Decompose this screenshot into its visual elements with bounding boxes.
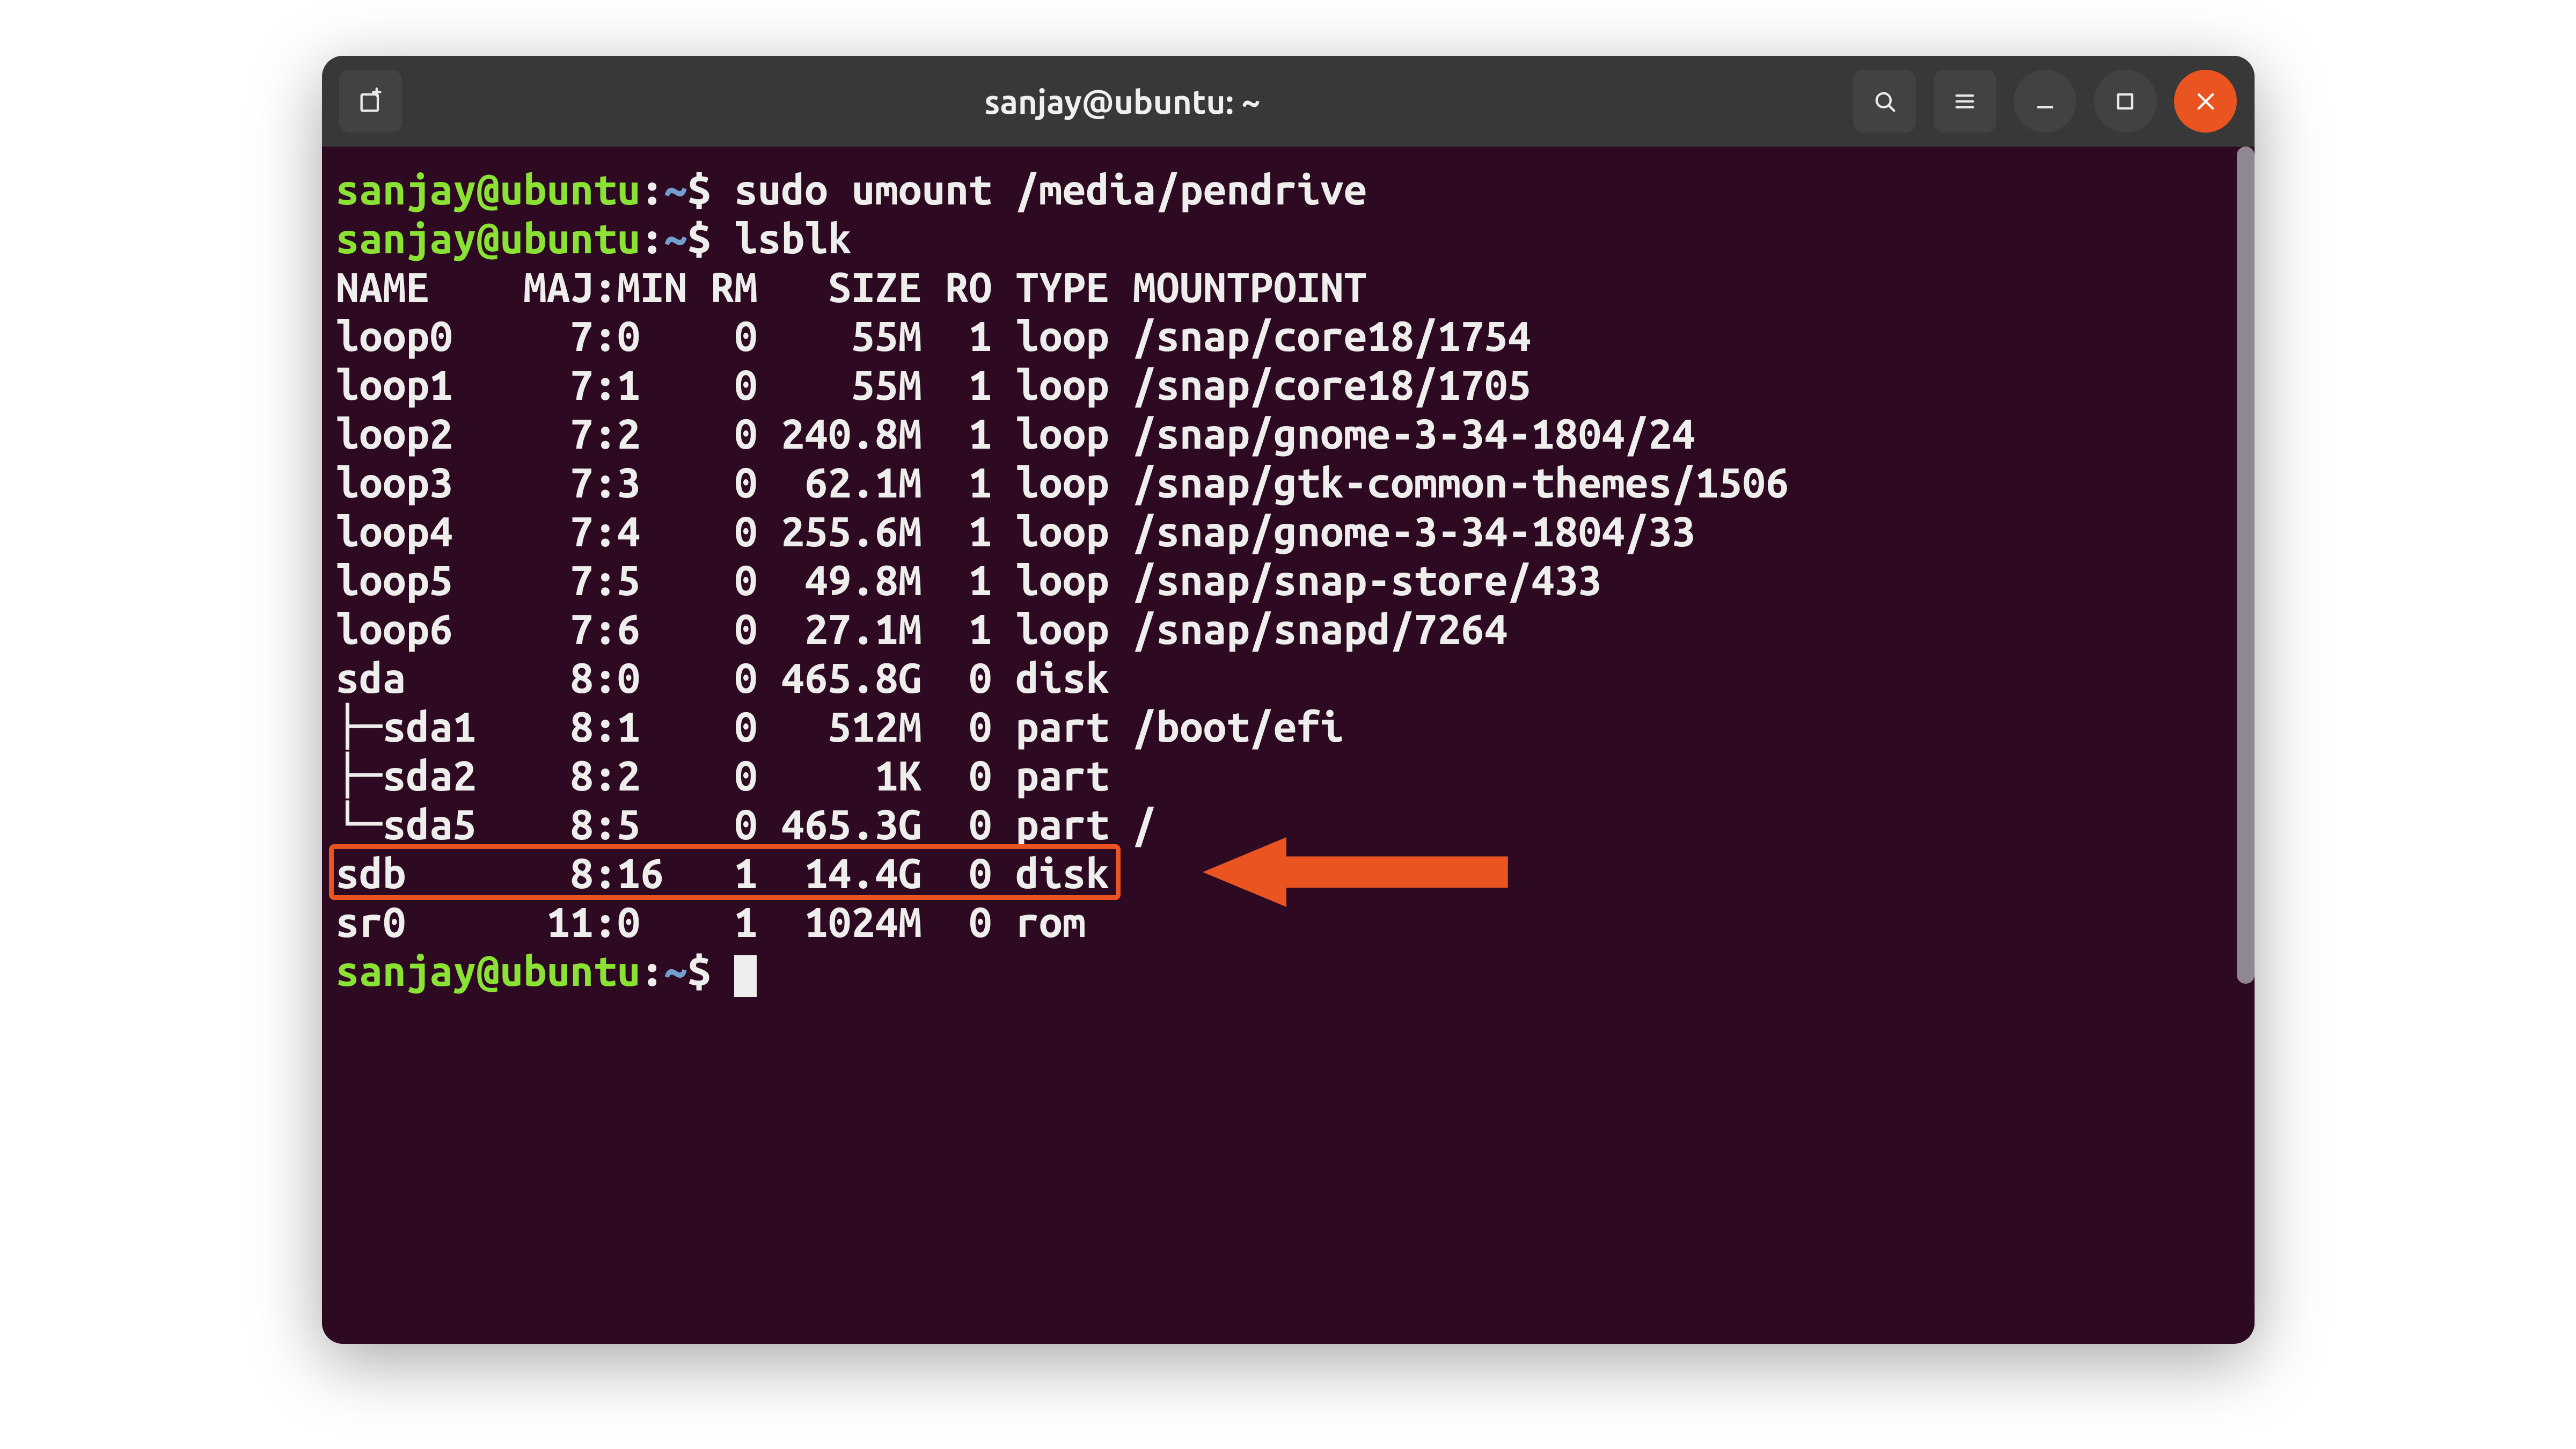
menu-button[interactable] bbox=[1934, 70, 1996, 133]
terminal-line: sanjay@ubuntu:~$ bbox=[336, 946, 2241, 995]
terminal-line: ├─sda2 8:2 0 1K 0 part bbox=[336, 751, 2241, 800]
terminal-line: sanjay@ubuntu:~$ lsblk bbox=[336, 214, 2241, 262]
terminal-window: sanjay@ubuntu: ~ bbox=[322, 56, 2255, 1344]
search-icon bbox=[1871, 87, 1899, 115]
titlebar: sanjay@ubuntu: ~ bbox=[322, 56, 2255, 147]
search-button[interactable] bbox=[1853, 70, 1916, 133]
terminal-line: sanjay@ubuntu:~$ sudo umount /media/pend… bbox=[336, 165, 2241, 214]
hamburger-icon bbox=[1951, 87, 1979, 115]
terminal-line: NAME MAJ:MIN RM SIZE RO TYPE MOUNTPOINT bbox=[336, 262, 2241, 311]
new-tab-button[interactable] bbox=[339, 70, 402, 133]
close-button[interactable] bbox=[2174, 70, 2237, 133]
terminal-line: loop6 7:6 0 27.1M 1 loop /snap/snapd/726… bbox=[336, 604, 2241, 653]
terminal-line: sda 8:0 0 465.8G 0 disk bbox=[336, 653, 2241, 702]
scrollbar[interactable] bbox=[2237, 147, 2255, 984]
highlight-box bbox=[329, 844, 1121, 900]
minimize-button[interactable] bbox=[2014, 70, 2076, 133]
minimize-icon bbox=[2031, 87, 2059, 115]
window-title: sanjay@ubuntu: ~ bbox=[420, 83, 1826, 120]
terminal-line: ├─sda1 8:1 0 512M 0 part /boot/efi bbox=[336, 702, 2241, 751]
terminal-line: loop4 7:4 0 255.6M 1 loop /snap/gnome-3-… bbox=[336, 507, 2241, 555]
arrow-left-icon bbox=[1203, 830, 1508, 914]
maximize-button[interactable] bbox=[2094, 70, 2157, 133]
terminal-line: loop5 7:5 0 49.8M 1 loop /snap/snap-stor… bbox=[336, 555, 2241, 604]
terminal-line: loop1 7:1 0 55M 1 loop /snap/core18/1705 bbox=[336, 360, 2241, 409]
terminal-line: loop3 7:3 0 62.1M 1 loop /snap/gtk-commo… bbox=[336, 458, 2241, 507]
callout-arrow bbox=[1203, 830, 1508, 917]
terminal-line: loop2 7:2 0 240.8M 1 loop /snap/gnome-3-… bbox=[336, 409, 2241, 458]
terminal-line: loop0 7:0 0 55M 1 loop /snap/core18/1754 bbox=[336, 311, 2241, 360]
close-icon bbox=[2192, 87, 2220, 115]
terminal-body[interactable]: sanjay@ubuntu:~$ sudo umount /media/pend… bbox=[322, 147, 2255, 1344]
maximize-icon bbox=[2111, 87, 2139, 115]
new-tab-icon bbox=[357, 87, 385, 115]
